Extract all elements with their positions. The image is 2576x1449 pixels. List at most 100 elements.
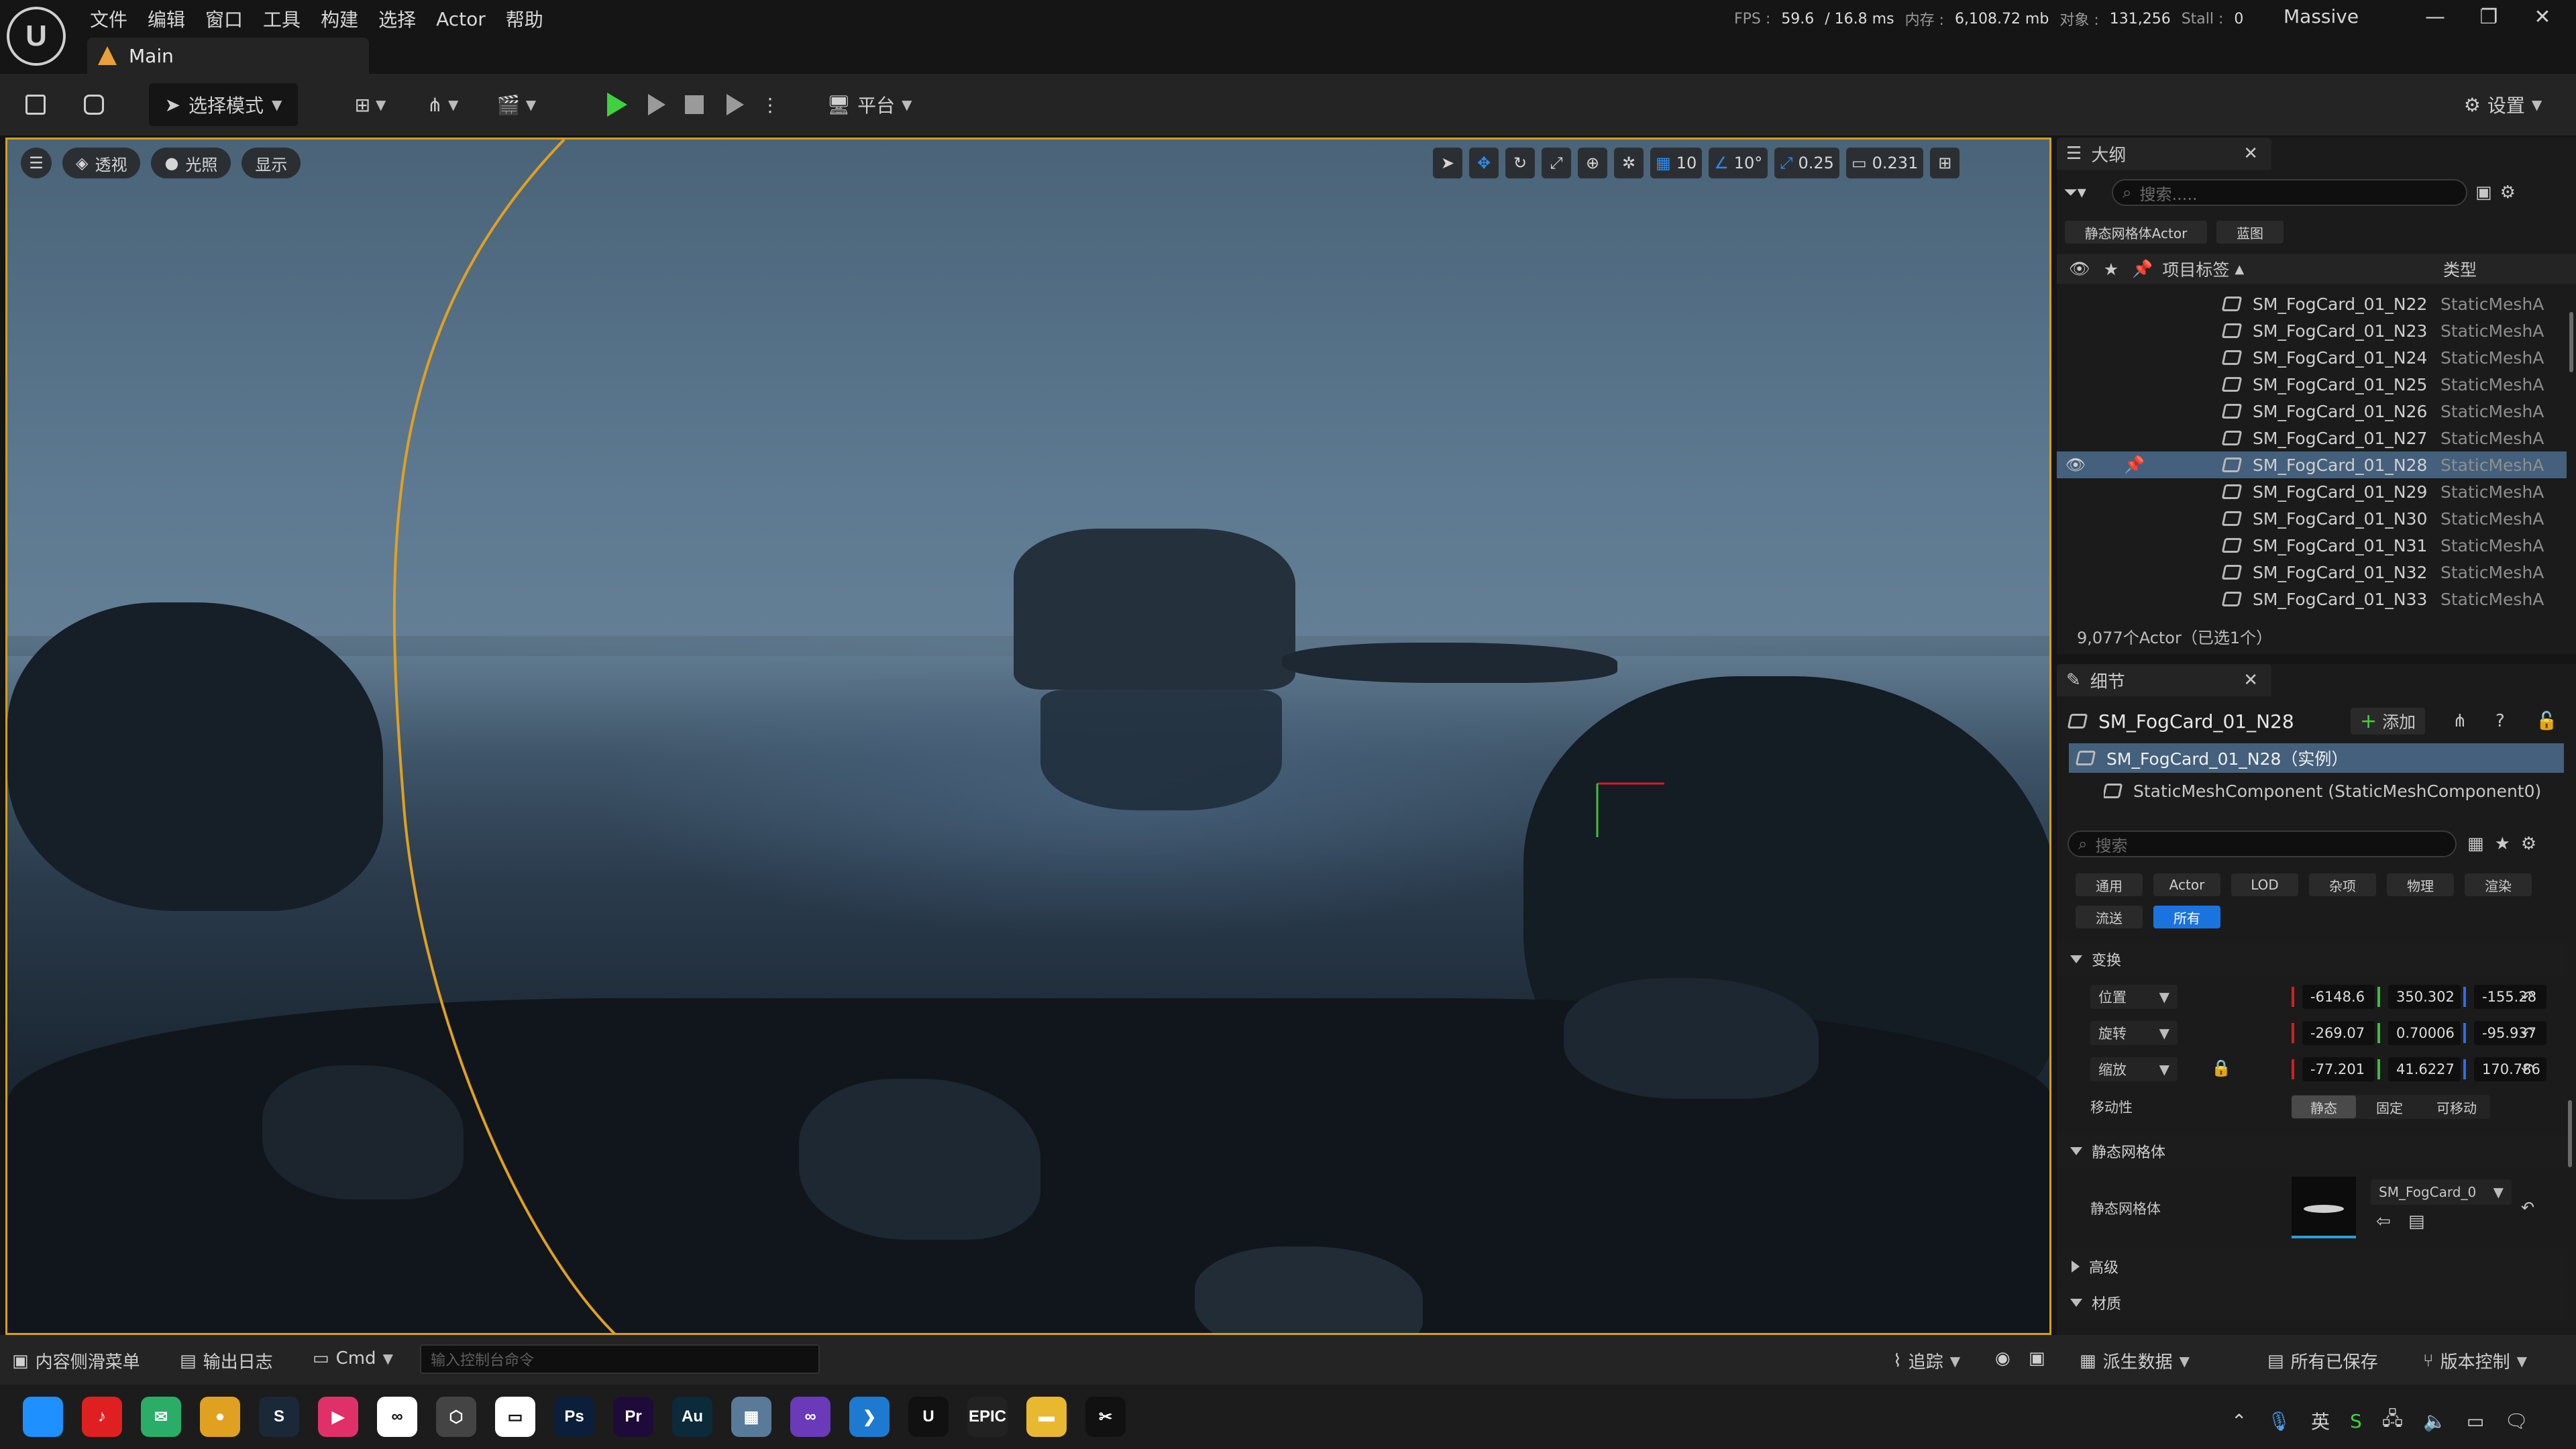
outliner-row[interactable]: SM_FogCard_01_N25 StaticMeshA — [2057, 371, 2567, 398]
console-input[interactable]: 输入控制台命令 — [420, 1344, 820, 1374]
gear-icon[interactable]: ⚙ — [2500, 182, 2516, 203]
tab-main[interactable]: Main — [87, 38, 369, 74]
outliner-row[interactable]: SM_FogCard_01_N24 StaticMeshA — [2057, 344, 2567, 371]
translate-tool-icon[interactable]: ✥ — [1469, 148, 1499, 178]
component-instance-row[interactable]: SM_FogCard_01_N28（实例） — [2069, 743, 2564, 773]
use-selected-icon[interactable]: ⇦ — [2376, 1212, 2391, 1232]
unreal-logo-icon[interactable]: U — [7, 7, 66, 66]
platforms-dropdown[interactable]: 🖥 平台 ▼ — [824, 83, 915, 126]
location-y-field[interactable]: 350.302 — [2388, 985, 2461, 1009]
surface-snap-icon[interactable]: ✲ — [1614, 148, 1644, 178]
unreal-icon[interactable]: U — [908, 1397, 949, 1437]
scale-y-field[interactable]: 41.6227 — [2388, 1057, 2461, 1081]
camera-speed-button[interactable]: ▭ 0.231 — [1845, 148, 1924, 178]
outliner-row[interactable]: SM_FogCard_01_N30 StaticMeshA — [2057, 505, 2567, 532]
advance-frame-button[interactable] — [639, 83, 675, 126]
chevron-up-icon[interactable]: ⌃ — [2231, 1410, 2247, 1432]
column-item-label[interactable]: 项目标签 — [2162, 257, 2229, 281]
blueprint-icon[interactable]: ⋔ — [2453, 711, 2467, 731]
save-status[interactable]: ▤ 所有已保存 — [2267, 1348, 2378, 1373]
app-tray-icon[interactable]: S — [2350, 1410, 2362, 1432]
network-icon[interactable]: 🖧 — [2382, 1405, 2403, 1437]
close-button[interactable]: ✕ — [2516, 5, 2569, 29]
details-search-input[interactable]: ⌕ 搜索 — [2068, 830, 2457, 857]
close-icon[interactable]: ✕ — [2243, 144, 2258, 164]
filter-icon[interactable]: ⏷▾ — [2063, 182, 2104, 203]
rotation-dropdown[interactable]: 旋转 ▼ — [2090, 1021, 2178, 1045]
rotation-y-field[interactable]: 0.70006 — [2388, 1021, 2461, 1045]
menu-tools[interactable]: 工具 — [260, 5, 318, 32]
mesh-thumbnail[interactable] — [2292, 1177, 2356, 1238]
level-viewport[interactable]: ☰ ◈ 透视 ● 光照 显示 ➤ ✥ ↻ ⤢ ⊕ ✲ ▦ 10 ∠ 10° ⤢ 0.25 … — [5, 138, 2051, 1335]
column-type[interactable]: 类型 — [2443, 257, 2477, 281]
location-z-field[interactable]: -155.28 — [2474, 985, 2546, 1009]
content-drawer-button[interactable]: ▣ 内容侧滑菜单 — [12, 1348, 140, 1373]
record-icon[interactable]: ◉ — [1995, 1348, 2010, 1368]
lock-icon[interactable]: 🔒 — [2211, 1059, 2231, 1077]
details-scrollbar[interactable] — [2568, 1100, 2572, 1167]
details-actor-name[interactable]: SM_FogCard_01_N28 — [2098, 710, 2294, 733]
filter-all[interactable]: 所有 — [2153, 906, 2220, 928]
menu-help[interactable]: 帮助 — [503, 5, 561, 32]
filter-misc[interactable]: 杂项 — [2309, 873, 2376, 896]
lock-icon[interactable]: 🔓 — [2536, 711, 2557, 731]
mobility-static[interactable]: 静态 — [2292, 1095, 2356, 1118]
premiere-icon[interactable]: Pr — [613, 1397, 653, 1437]
battery-icon[interactable]: ▭ — [2467, 1410, 2484, 1432]
outliner-search-input[interactable]: ⌕ 搜索..... — [2112, 179, 2467, 206]
tab-details[interactable]: ✎ 细节 ✕ — [2057, 664, 2271, 696]
restore-button[interactable]: ❐ — [2462, 5, 2516, 29]
filter-streaming[interactable]: 流送 — [2076, 906, 2143, 928]
notification-icon[interactable]: 🗨 — [2504, 1410, 2528, 1432]
rotate-tool-icon[interactable]: ↻ — [1505, 148, 1535, 178]
reset-icon[interactable]: ↶ — [2521, 1060, 2534, 1079]
rotate-snap-button[interactable]: ∠ 10° — [1709, 148, 1768, 178]
world-space-icon[interactable]: ⊕ — [1578, 148, 1607, 178]
menu-actor[interactable]: Actor — [433, 8, 503, 30]
eye-icon[interactable]: 👁 — [2057, 455, 2094, 474]
app-box-icon[interactable]: ▭ — [495, 1397, 535, 1437]
select-mode-dropdown[interactable]: ➤ 选择模式 ▼ — [149, 83, 298, 126]
cmd-dropdown[interactable]: ▭ Cmd ▼ — [313, 1348, 393, 1368]
close-icon[interactable]: ✕ — [2243, 670, 2258, 690]
outliner-row[interactable]: SM_FogCard_01_N27 StaticMeshA — [2057, 425, 2567, 451]
outliner-scrollbar[interactable] — [2569, 312, 2573, 372]
help-icon[interactable]: ? — [2496, 711, 2505, 731]
outliner-row[interactable]: SM_FogCard_01_N33 StaticMeshA — [2057, 586, 2567, 612]
stop-button[interactable] — [676, 83, 712, 126]
trace-dropdown[interactable]: ⌇ 追踪 ▼ — [1893, 1348, 1960, 1373]
reset-icon[interactable]: ↶ — [2521, 1198, 2534, 1217]
scale-dropdown[interactable]: 缩放 ▼ — [2090, 1057, 2178, 1081]
windows-start-icon[interactable] — [23, 1397, 63, 1437]
grid-snap-button[interactable]: ▦ 10 — [1650, 148, 1703, 178]
component-row[interactable]: StaticMeshComponent (StaticMeshComponent… — [2104, 777, 2573, 805]
app-pink-icon[interactable]: ▶ — [318, 1397, 358, 1437]
materials-section-header[interactable]: 材质 — [2057, 1285, 2567, 1320]
reset-icon[interactable]: ↶ — [2521, 987, 2534, 1006]
static-mesh-section-header[interactable]: 静态网格体 — [2057, 1134, 2567, 1169]
rotation-x-field[interactable]: -269.07 — [2302, 1021, 2375, 1045]
play-button[interactable] — [597, 83, 637, 126]
tab-outliner[interactable]: ☰ 大纲 ✕ — [2057, 138, 2271, 170]
filter-actor[interactable]: Actor — [2153, 873, 2220, 896]
filter-lod[interactable]: LOD — [2231, 873, 2298, 896]
visual-studio-icon[interactable]: ∞ — [790, 1397, 830, 1437]
outliner-row[interactable]: SM_FogCard_01_N23 StaticMeshA — [2057, 317, 2567, 344]
filter-physics[interactable]: 物理 — [2387, 873, 2454, 896]
perspective-button[interactable]: ◈ 透视 — [62, 148, 141, 178]
menu-build[interactable]: 构建 — [318, 5, 376, 32]
pin-icon[interactable]: 📌 — [2132, 259, 2153, 279]
static-mesh-dropdown[interactable]: SM_FogCard_0 ▼ — [2371, 1179, 2512, 1205]
chrome-icon[interactable]: ● — [200, 1397, 240, 1437]
mobility-movable[interactable]: 可移动 — [2423, 1095, 2490, 1118]
outliner-row[interactable]: SM_FogCard_01_N22 StaticMeshA — [2057, 290, 2567, 317]
outliner-row[interactable]: SM_FogCard_01_N29 StaticMeshA — [2057, 478, 2567, 505]
filter-rendering[interactable]: 渲染 — [2465, 873, 2532, 896]
play-options-button[interactable] — [715, 83, 755, 126]
scale-x-field[interactable]: -77.201 — [2302, 1057, 2375, 1081]
reset-icon[interactable]: ↶ — [2521, 1024, 2534, 1042]
outliner-row[interactable]: SM_FogCard_01_N31 StaticMeshA — [2057, 532, 2567, 559]
explorer-icon[interactable]: ▬ — [1026, 1397, 1067, 1437]
volume-icon[interactable]: 🔈 — [2423, 1410, 2447, 1432]
derived-data-dropdown[interactable]: ▦ 派生数据 ▼ — [2080, 1348, 2190, 1373]
